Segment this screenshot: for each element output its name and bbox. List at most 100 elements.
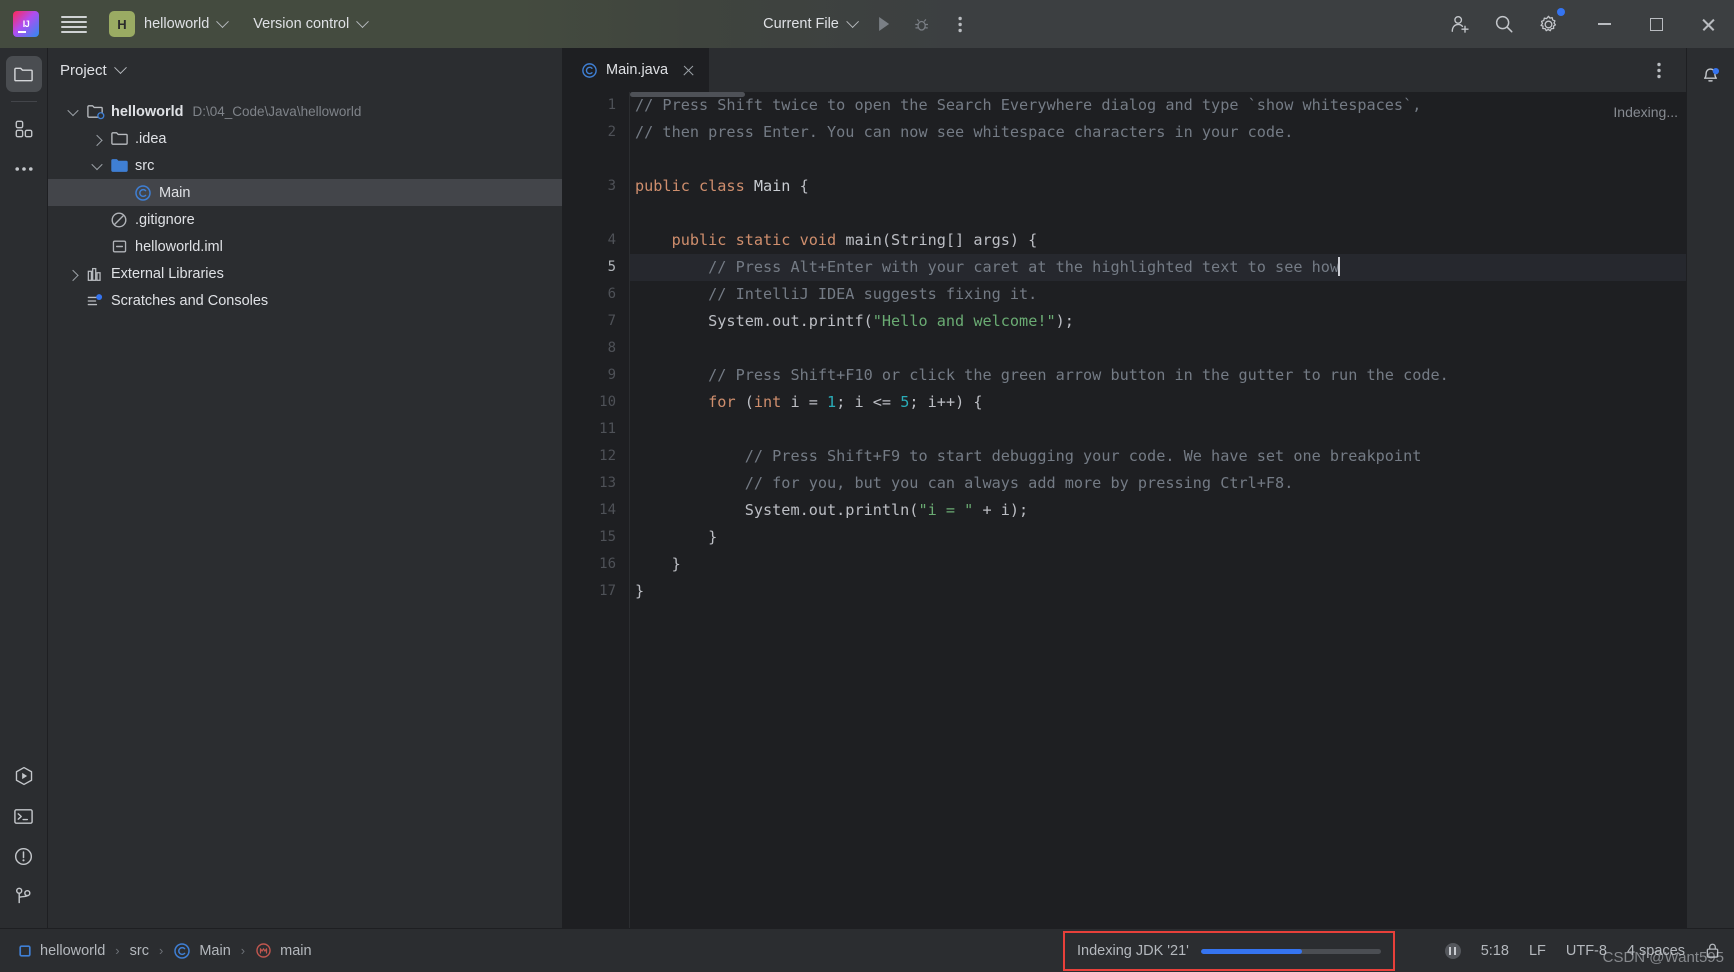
- code-line[interactable]: // Press Shift+F10 or click the green ar…: [630, 362, 1686, 389]
- indent-setting[interactable]: 4 spaces: [1627, 943, 1685, 959]
- code-editor[interactable]: 1 2 3 4 5 6 7 8 9 10 11 12 13 14 15 16 17 // Press Shift…: [563, 92, 1686, 928]
- run-widget-group: Current File: [757, 7, 977, 41]
- pause-icon[interactable]: [1444, 942, 1461, 959]
- more-actions-button[interactable]: [943, 7, 977, 41]
- intellij-idea-window: IJ H helloworld Version control Current …: [0, 0, 1734, 972]
- notifications-button[interactable]: [1693, 58, 1729, 94]
- code-line[interactable]: // Press Shift twice to open the Search …: [630, 92, 1686, 119]
- code-token-kw: public static void: [671, 231, 846, 249]
- code-line[interactable]: System.out.printf("Hello and welcome!");: [630, 308, 1686, 335]
- line-number-4: 4: [607, 232, 616, 248]
- version-control-selector[interactable]: Version control: [253, 14, 370, 32]
- tree-item-src[interactable]: src: [48, 152, 562, 179]
- tree-item--gitignore[interactable]: .gitignore: [48, 206, 562, 233]
- minimize-button[interactable]: [1578, 0, 1630, 48]
- code-line[interactable]: public class Main {: [630, 173, 1686, 200]
- module-folder-icon: [86, 105, 104, 120]
- code-line[interactable]: [630, 335, 1686, 362]
- sidebar-item-git[interactable]: [6, 878, 42, 914]
- tab-close-icon[interactable]: [682, 64, 695, 77]
- code-line[interactable]: // IntelliJ IDEA suggests fixing it.: [630, 281, 1686, 308]
- sidebar-item-terminal[interactable]: [6, 798, 42, 834]
- code-line[interactable]: // then press Enter. You can now see whi…: [630, 119, 1686, 146]
- code-content[interactable]: // Press Shift twice to open the Search …: [630, 92, 1686, 928]
- sidebar-item-project[interactable]: [5, 56, 42, 92]
- code-token-txt: }: [635, 528, 718, 546]
- code-token-txt: main(String[] args) {: [845, 231, 1038, 249]
- sidebar-item-run[interactable]: [6, 758, 42, 794]
- project-selector[interactable]: H helloworld: [109, 11, 230, 37]
- code-token-num: 1: [827, 393, 837, 411]
- tree-item-external-libraries[interactable]: External Libraries: [48, 260, 562, 287]
- code-line[interactable]: // Press Alt+Enter with your caret at th…: [630, 254, 1686, 281]
- code-line[interactable]: public static void main(String[] args) {: [630, 227, 1686, 254]
- code-line[interactable]: }: [630, 578, 1686, 605]
- breadcrumb-item-src[interactable]: src: [130, 943, 149, 959]
- breadcrumb-item-helloworld[interactable]: helloworld: [18, 943, 105, 959]
- code-token-txt: System.out.printf(: [635, 312, 873, 330]
- tree-item-helloworld-iml[interactable]: helloworld.iml: [48, 233, 562, 260]
- maximize-button[interactable]: [1630, 0, 1682, 48]
- breadcrumb: helloworld › src › Main › main: [18, 942, 312, 960]
- code-line[interactable]: // for you, but you can always add more …: [630, 470, 1686, 497]
- settings-button[interactable]: [1526, 2, 1570, 46]
- line-separator[interactable]: LF: [1529, 943, 1546, 959]
- code-line[interactable]: [630, 146, 1686, 173]
- chevron-down-icon[interactable]: [62, 104, 84, 116]
- tree-item-scratches-and-consoles[interactable]: Scratches and Consoles: [48, 287, 562, 314]
- debug-button[interactable]: [905, 7, 939, 41]
- tree-item-label: Main: [159, 184, 191, 201]
- code-line[interactable]: }: [630, 524, 1686, 551]
- run-button[interactable]: [867, 7, 901, 41]
- more-vertical-icon: [1657, 62, 1661, 78]
- editor-horizontal-scrollbar[interactable]: [630, 92, 745, 97]
- indexing-progress-widget[interactable]: Indexing JDK '21': [1063, 931, 1395, 971]
- chevron-down-icon[interactable]: [86, 158, 108, 170]
- chevron-right-icon[interactable]: [62, 269, 84, 281]
- code-line[interactable]: }: [630, 551, 1686, 578]
- line-number-8: 8: [607, 340, 616, 356]
- breadcrumb-item-label: Main: [199, 942, 231, 959]
- code-token-num: 5: [900, 393, 910, 411]
- file-encoding[interactable]: UTF-8: [1566, 943, 1607, 959]
- code-token-txt: + i);: [973, 501, 1029, 519]
- lock-icon[interactable]: [1705, 942, 1720, 959]
- code-line[interactable]: [630, 416, 1686, 443]
- line-number-blank: [563, 146, 630, 173]
- search-everywhere-button[interactable]: [1482, 2, 1526, 46]
- sidebar-item-problems[interactable]: [6, 838, 42, 874]
- code-line[interactable]: // Press Shift+F9 to start debugging you…: [630, 443, 1686, 470]
- sidebar-item-more[interactable]: [6, 151, 42, 187]
- tree-item-label: Scratches and Consoles: [111, 292, 269, 309]
- line-number-gutter[interactable]: 1 2 3 4 5 6 7 8 9 10 11 12 13 14 15 16 17: [563, 92, 630, 928]
- tree-item-helloworld[interactable]: helloworld D:\04_Code\Java\helloworld: [48, 98, 562, 125]
- line-number-5: 5: [607, 259, 616, 275]
- tree-item--idea[interactable]: .idea: [48, 125, 562, 152]
- hamburger-menu-icon[interactable]: [61, 11, 87, 37]
- breadcrumb-separator: ›: [240, 943, 246, 958]
- close-button[interactable]: [1682, 0, 1734, 48]
- caret-position[interactable]: 5:18: [1481, 943, 1509, 959]
- code-token-cmt: // Press Shift+F10 or click the green ar…: [635, 366, 1449, 384]
- sidebar-item-structure[interactable]: [6, 111, 42, 147]
- run-configuration-selector[interactable]: Current File: [757, 14, 863, 32]
- code-line[interactable]: [630, 200, 1686, 227]
- tab-main-java[interactable]: Main.java: [563, 48, 710, 92]
- tree-item-main[interactable]: Main: [48, 179, 562, 206]
- chevron-right-icon[interactable]: [86, 134, 108, 146]
- editor-options-button[interactable]: [1642, 53, 1676, 87]
- breadcrumb-item-main[interactable]: main: [255, 942, 312, 959]
- code-line[interactable]: for (int i = 1; i <= 5; i++) {: [630, 389, 1686, 416]
- text-caret: [1338, 257, 1340, 276]
- line-number-2: 2: [607, 124, 616, 140]
- add-account-button[interactable]: [1438, 2, 1482, 46]
- tab-label: Main.java: [606, 62, 669, 78]
- project-panel-title: Project: [60, 61, 107, 79]
- source-folder-icon: [108, 156, 130, 175]
- module-folder-icon: [84, 102, 106, 121]
- project-badge: H: [109, 11, 135, 37]
- breadcrumb-item-main[interactable]: Main: [173, 942, 231, 960]
- code-line[interactable]: System.out.println("i = " + i);: [630, 497, 1686, 524]
- line-number-12: 12: [599, 448, 616, 464]
- project-panel-header[interactable]: Project: [48, 48, 562, 92]
